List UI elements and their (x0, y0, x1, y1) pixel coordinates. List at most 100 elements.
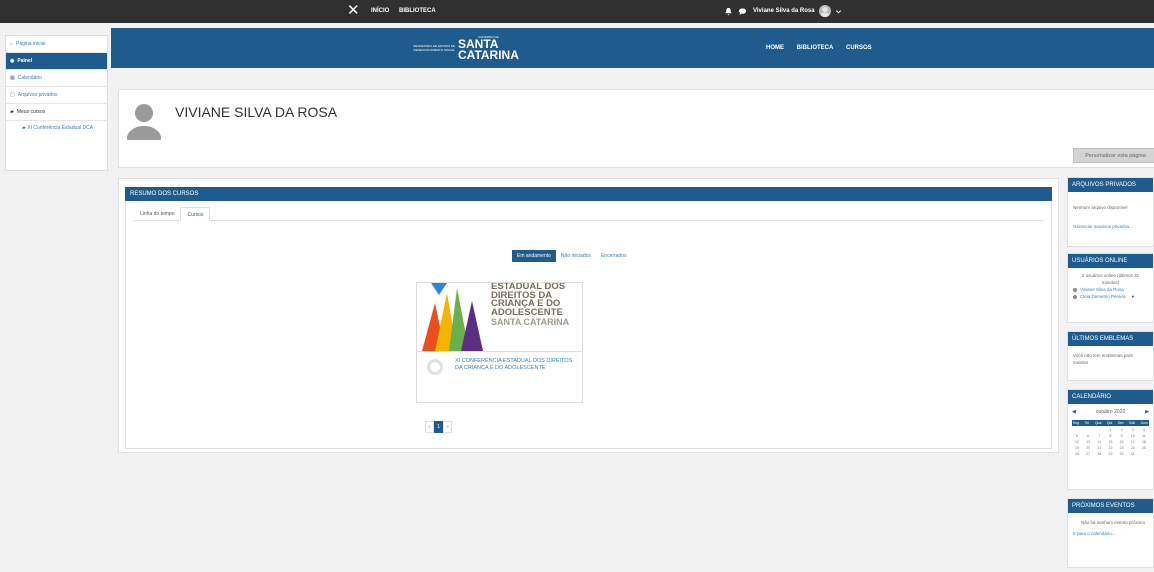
calendar-icon: ▦ (10, 75, 15, 81)
chevron-down-icon[interactable] (835, 8, 842, 15)
calendar-day[interactable]: 17 (1128, 440, 1138, 444)
calendar-day (1072, 428, 1082, 432)
close-icon[interactable]: ✕ (347, 3, 360, 18)
calendar-weekday: Qua (1094, 421, 1102, 425)
sidebar-item-dashboard[interactable]: ◉ Painel (6, 53, 107, 70)
private-files-block: ARQUIVOS PRIVADOS Nenhum arquivo disponí… (1067, 177, 1154, 247)
brand-logo[interactable]: SECRETARIA DE ESTADO DE DESENVOLVIMENTO … (401, 35, 519, 61)
calendar-day[interactable]: 3 (1128, 428, 1138, 432)
block-title: CALENDÁRIO (1068, 390, 1153, 404)
sidebar-item-label: Arquivos privados (17, 92, 58, 98)
filter-future[interactable]: Não iniciados (556, 250, 596, 262)
calendar-month: outubro 2020 (1095, 409, 1126, 415)
events-empty: Não há nenhum evento próximo (1081, 520, 1146, 525)
calendar-weekday: Sáb (1129, 421, 1136, 425)
top-bar: ✕ INÍCIO BIBLIOTECA Viviane Silva da Ros… (0, 0, 1154, 23)
calendar-day[interactable]: 26 (1072, 452, 1082, 456)
badges-text: Você não tem emblemas para mostrar (1073, 353, 1133, 365)
tab-timeline[interactable]: Linha do tempo (134, 207, 180, 220)
calendar-day[interactable]: 24 (1128, 446, 1138, 450)
avatar (127, 104, 161, 140)
calendar-day[interactable]: 19 (1072, 446, 1082, 450)
filter-in-progress[interactable]: Em andamento (512, 250, 556, 262)
course-card[interactable]: ESTADUAL DOS DIREITOS DA CRIANÇA E DO AD… (416, 282, 583, 403)
sidebar-item-course[interactable]: ▰ XI Conferência Estadual DCA (6, 121, 107, 136)
calendar-day[interactable]: 18 (1139, 440, 1149, 444)
nav-biblioteca[interactable]: BIBLIOTECA (797, 45, 834, 51)
customize-page-button[interactable]: Personalizar esta página (1073, 148, 1154, 163)
user-icon (1073, 294, 1077, 299)
page-1[interactable]: 1 (434, 421, 443, 433)
top-nav-biblioteca[interactable]: BIBLIOTECA (399, 8, 436, 14)
sidebar-item-calendar[interactable]: ▦ Calendário (6, 70, 107, 87)
prev-month-icon[interactable]: ◀ (1072, 409, 1076, 415)
chat-icon[interactable] (738, 7, 747, 16)
nav-cursos[interactable]: CURSOS (846, 45, 872, 51)
calendar-day[interactable]: 15 (1105, 440, 1115, 444)
block-title: RESUMO DOS CURSOS (125, 187, 1052, 201)
calendar-day[interactable]: 2 (1117, 428, 1127, 432)
go-to-calendar-link[interactable]: Ir para o calendário... (1073, 530, 1148, 537)
sidebar-item-home[interactable]: ⌂ Página inicial (6, 36, 107, 53)
user-menu: Viviane Silva da Rosa (724, 5, 842, 17)
calendar-week: 26 27 28 29 30 31 (1072, 452, 1149, 456)
calendar-day[interactable]: 23 (1117, 446, 1127, 450)
dashboard-icon: ◉ (10, 58, 15, 64)
calendar-day[interactable]: 30 (1117, 452, 1127, 456)
calendar-day[interactable]: 21 (1094, 446, 1104, 450)
calendar-day[interactable]: 16 (1117, 440, 1127, 444)
manage-files-link[interactable]: Gerenciar arquivos privados... (1073, 223, 1148, 230)
course-image[interactable]: ESTADUAL DOS DIREITOS DA CRIANÇA E DO AD… (417, 283, 582, 352)
online-users-body: 2 usuários online (últimos 20 minutos) V… (1068, 268, 1153, 306)
calendar-day[interactable]: 7 (1094, 434, 1104, 438)
block-title: USUÁRIOS ONLINE (1068, 254, 1153, 268)
calendar-day[interactable]: 13 (1083, 440, 1093, 444)
calendar-day[interactable]: 9 (1117, 434, 1127, 438)
filter-past[interactable]: Encerrados (596, 250, 632, 262)
calendar-day[interactable]: 11 (1139, 434, 1149, 438)
calendar-day[interactable]: 28 (1094, 452, 1104, 456)
online-user[interactable]: Viviane Silva da Rosa (1073, 286, 1148, 293)
calendar-day[interactable]: 6 (1083, 434, 1093, 438)
nav-home[interactable]: HOME (766, 45, 784, 51)
calendar-week: 19 20 21 22 23 24 25 (1072, 446, 1149, 450)
calendar-day[interactable]: 8 (1105, 434, 1115, 438)
sidebar-item-my-courses[interactable]: ▰ Meus cursos (6, 104, 107, 121)
calendar-day[interactable]: 22 (1105, 446, 1115, 450)
calendar-day[interactable]: 10 (1128, 434, 1138, 438)
course-title-link[interactable]: XI CONFERÊNCIA ESTADUAL DOS DIREITOS DA … (455, 358, 575, 372)
online-user[interactable]: Cleia Demetrio Pereira ● (1073, 293, 1148, 300)
home-icon: ⌂ (10, 41, 14, 47)
sidebar-item-label: Meus cursos (16, 109, 46, 115)
calendar-day[interactable]: 29 (1105, 452, 1115, 456)
user-name[interactable]: Viviane Silva da Rosa (753, 8, 815, 14)
calendar-day[interactable]: 20 (1083, 446, 1093, 450)
calendar-day[interactable]: 31 (1128, 452, 1138, 456)
calendar-day[interactable]: 5 (1072, 434, 1082, 438)
page-next[interactable]: » (443, 421, 452, 433)
bell-icon[interactable] (724, 7, 733, 16)
calendar-day (1083, 428, 1093, 432)
calendar-week: 5 6 7 8 9 10 11 (1072, 434, 1149, 438)
sidebar-item-private-files[interactable]: ▢ Arquivos privados (6, 87, 107, 104)
brand-line2: CATARINA (458, 48, 519, 62)
secretaria-label: SECRETARIA DE ESTADO DE DESENVOLVIMENTO … (413, 44, 455, 52)
calendar-day[interactable]: 25 (1139, 446, 1149, 450)
calendar-day[interactable]: 12 (1072, 440, 1082, 444)
calendar-day[interactable]: 14 (1094, 440, 1104, 444)
next-month-icon[interactable]: ▶ (1145, 409, 1149, 415)
calendar-weekday: Dom (1140, 421, 1148, 425)
avatar[interactable] (818, 5, 831, 17)
course-image-title: ESTADUAL DOS DIREITOS DA CRIANÇA E DO AD… (491, 283, 566, 318)
calendar-day[interactable]: 1 (1105, 428, 1115, 432)
top-nav: INÍCIO BIBLIOTECA (371, 8, 444, 14)
top-nav-inicio[interactable]: INÍCIO (371, 8, 389, 14)
graduation-cap-icon: ▰ (10, 109, 14, 115)
page-prev[interactable]: « (425, 421, 434, 433)
calendar-day[interactable]: 4 (1139, 428, 1149, 432)
calendar-day[interactable]: 27 (1083, 452, 1093, 456)
course-overview-content: Linha do tempo Cursos Em andamento Não i… (125, 201, 1052, 449)
tab-courses[interactable]: Cursos (180, 207, 211, 221)
message-icon[interactable]: ● (1132, 293, 1135, 300)
private-files-body: Nenhum arquivo disponível Gerenciar arqu… (1068, 192, 1153, 236)
